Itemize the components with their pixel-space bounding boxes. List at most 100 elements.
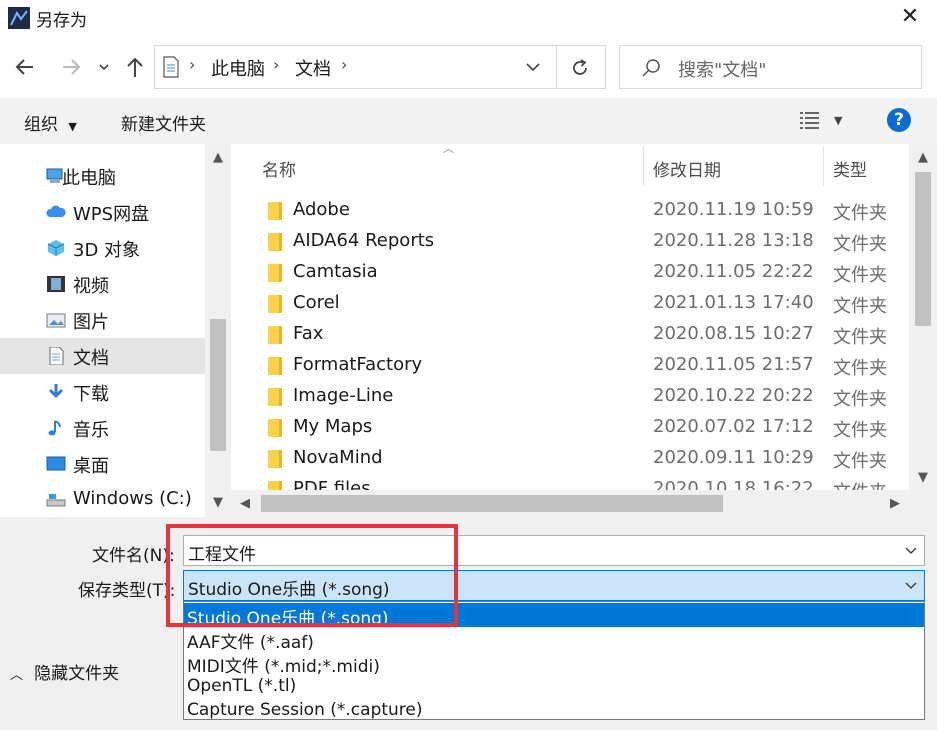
file-type: 文件夹	[833, 358, 887, 379]
scrollbar-thumb[interactable]	[261, 495, 723, 512]
nav-item-videos[interactable]: 视频	[0, 266, 205, 302]
address-bar[interactable]: › 此电脑 › 文档 ›	[154, 45, 606, 89]
nav-item-label: 3D 对象	[73, 240, 141, 261]
filename-label: 文件名(N):	[92, 546, 175, 566]
file-type: 文件夹	[833, 265, 887, 286]
forward-arrow-icon[interactable]	[56, 52, 86, 82]
window-title: 另存为	[36, 11, 87, 31]
file-row-clip: PDF files 2020.10.18 16:22 文件夹	[262, 475, 902, 490]
title-bar: 另存为 ✕	[0, 0, 937, 36]
scroll-right-icon[interactable]: ▶	[885, 496, 905, 511]
app-icon	[8, 7, 30, 29]
filetype-option[interactable]: AAF文件 (*.aaf)	[184, 627, 924, 653]
file-row[interactable]: Corel 2021.01.13 17:40 文件夹	[262, 289, 902, 320]
back-arrow-icon[interactable]	[10, 52, 40, 82]
file-date: 2020.11.05 21:57	[653, 354, 814, 375]
file-row[interactable]: Camtasia 2020.11.05 22:22 文件夹	[262, 258, 902, 289]
scroll-left-icon[interactable]: ◀	[235, 496, 255, 511]
nav-item-desktop[interactable]: 桌面	[0, 446, 205, 482]
filelist-scrollbar[interactable]: ▲ ▼	[909, 144, 937, 490]
nav-item-this-pc[interactable]: 此电脑	[0, 158, 205, 194]
breadcrumb-this-pc[interactable]: 此电脑	[211, 55, 265, 81]
help-icon[interactable]: ?	[887, 108, 911, 132]
view-options-caret-icon[interactable]: ▼	[834, 114, 842, 127]
organize-label: 组织	[24, 115, 58, 135]
chevron-down-icon[interactable]	[904, 581, 918, 591]
document-icon	[163, 56, 179, 78]
file-type: 文件夹	[833, 451, 887, 472]
scrollbar-thumb[interactable]	[210, 319, 226, 451]
view-list-icon[interactable]	[798, 110, 822, 130]
sort-ascending-icon: ︿	[443, 142, 454, 155]
chevron-up-icon: ︿	[10, 668, 24, 683]
up-arrow-icon[interactable]	[122, 52, 148, 82]
nav-item-downloads[interactable]: 下载	[0, 374, 205, 410]
file-date: 2020.11.05 22:22	[653, 261, 814, 282]
caret-down-icon: ▼	[68, 120, 77, 133]
file-name: FormatFactory	[293, 354, 423, 375]
file-type: 文件夹	[833, 203, 887, 224]
scroll-down-icon[interactable]: ▼	[909, 470, 937, 485]
nav-item-label: 视频	[73, 276, 109, 297]
column-header-modified[interactable]: 修改日期	[653, 156, 721, 181]
cube-icon	[47, 240, 65, 256]
scrollbar-thumb[interactable]	[915, 172, 931, 326]
file-row[interactable]: Adobe 2020.11.19 10:59 文件夹	[262, 196, 902, 227]
navpane-scrollbar[interactable]: ▲ ▼	[205, 144, 231, 517]
file-name: NovaMind	[293, 447, 383, 468]
file-name: AIDA64 Reports	[293, 230, 435, 251]
file-row[interactable]: NovaMind 2020.09.11 10:29 文件夹	[262, 444, 902, 475]
nav-item-pictures[interactable]: 图片	[0, 302, 205, 338]
nav-item-wps-cloud[interactable]: WPS网盘	[0, 194, 205, 230]
breadcrumb-documents[interactable]: 文档	[295, 55, 331, 81]
file-row[interactable]: FormatFactory 2020.11.05 21:57 文件夹	[262, 351, 902, 382]
file-type: 文件夹	[833, 327, 887, 348]
file-date: 2020.11.28 13:18	[653, 230, 814, 251]
nav-item-label: WPS网盘	[73, 204, 150, 225]
file-row[interactable]: Fax 2020.08.15 10:27 文件夹	[262, 320, 902, 351]
file-type: 文件夹	[833, 389, 887, 410]
close-icon[interactable]: ✕	[898, 4, 922, 30]
folder-icon	[268, 450, 282, 468]
scroll-up-icon[interactable]: ▲	[909, 150, 937, 165]
toolbar: 组织 ▼ 新建文件夹 ▼ ?	[0, 98, 937, 144]
filetype-option[interactable]: Capture Session (*.capture)	[184, 699, 924, 723]
chevron-down-icon[interactable]	[94, 52, 114, 82]
column-header-name[interactable]: 名称	[262, 156, 296, 181]
organize-button[interactable]: 组织 ▼	[24, 110, 77, 135]
video-icon	[47, 276, 65, 292]
filetype-option[interactable]: MIDI文件 (*.mid;*.midi)	[184, 651, 924, 677]
scroll-up-icon[interactable]: ▲	[205, 150, 231, 165]
nav-item-drive-c[interactable]: Windows (C:)	[0, 482, 205, 518]
address-history-chevron-icon[interactable]	[525, 61, 541, 73]
new-folder-button[interactable]: 新建文件夹	[121, 110, 206, 135]
nav-item-documents[interactable]: 文档	[0, 338, 205, 374]
folder-icon	[268, 419, 282, 437]
folder-icon	[268, 326, 282, 344]
refresh-icon[interactable]	[569, 57, 591, 79]
file-name: Corel	[293, 292, 340, 313]
file-row[interactable]: Image-Line 2020.10.22 20:22 文件夹	[262, 382, 902, 413]
nav-item-3d-objects[interactable]: 3D 对象	[0, 230, 205, 266]
file-row[interactable]: AIDA64 Reports 2020.11.28 13:18 文件夹	[262, 227, 902, 258]
nav-item-label: 音乐	[73, 420, 109, 441]
chevron-down-icon[interactable]	[904, 546, 918, 556]
file-date: 2020.09.11 10:29	[653, 447, 814, 468]
search-input[interactable]: 搜索"文档"	[678, 56, 767, 82]
hide-folders-label: 隐藏文件夹	[34, 664, 120, 684]
download-icon	[48, 384, 64, 399]
breadcrumb-separator-icon: ›	[341, 55, 348, 74]
scroll-down-icon[interactable]: ▼	[205, 495, 231, 510]
nav-item-label: 下载	[73, 384, 109, 405]
hide-folders-button[interactable]: ︿ 隐藏文件夹	[10, 659, 119, 684]
file-row[interactable]: My Maps 2020.07.02 17:12 文件夹	[262, 413, 902, 444]
column-header-type[interactable]: 类型	[833, 156, 867, 181]
nav-item-music[interactable]: 音乐	[0, 410, 205, 446]
cloud-icon	[46, 205, 66, 217]
search-box[interactable]: 搜索"文档"	[619, 45, 922, 89]
filetype-option[interactable]: OpenTL (*.tl)	[184, 675, 924, 699]
search-icon	[642, 59, 660, 77]
file-row[interactable]: PDF files 2020.10.18 16:22 文件夹	[262, 475, 902, 490]
desktop-icon	[46, 456, 66, 471]
filelist-hscrollbar[interactable]: ◀ ▶	[231, 490, 937, 517]
